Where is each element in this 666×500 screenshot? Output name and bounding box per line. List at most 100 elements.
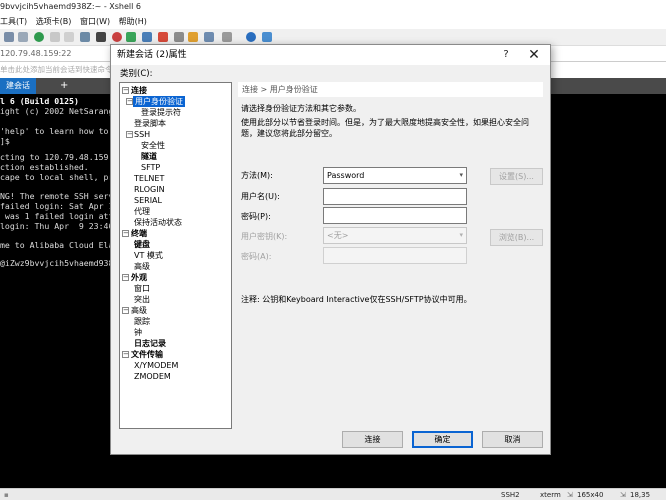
section-note: 使用此部分以节省登录时间。但是，为了最大限度地提高安全性，如果担心安全问题，建议… xyxy=(241,118,529,138)
method-select[interactable]: Password ▾ xyxy=(323,167,467,184)
status-protocol: SSH2 xyxy=(501,491,520,499)
tree-item-file-transfer[interactable]: 文件传输 xyxy=(131,349,163,360)
tree-item-user-auth[interactable]: 用户身份验证 xyxy=(133,96,185,107)
ok-button[interactable]: 确定 xyxy=(412,431,473,448)
tree-item-terminal[interactable]: 终端 xyxy=(131,228,147,239)
method-label: 方法(M): xyxy=(241,171,273,180)
terminal-line: NG! The remote SSH serve xyxy=(0,191,119,201)
script-icon[interactable] xyxy=(158,32,168,42)
globe-icon[interactable] xyxy=(34,32,44,42)
menu-tabs[interactable]: 选项卡(B) xyxy=(36,17,72,26)
new-session-icon[interactable] xyxy=(4,32,14,42)
terminal-line: me to Alibaba Cloud Elas xyxy=(0,240,119,250)
status-bar: ▪ SSH2 xterm ⇲ 165x40 ⇲ 18,35 xyxy=(0,488,666,500)
tree-item-ssh[interactable]: SSH xyxy=(134,129,150,140)
lock-icon[interactable] xyxy=(174,32,184,42)
copy-icon[interactable] xyxy=(50,32,60,42)
paste-icon[interactable] xyxy=(64,32,74,42)
tree-item-trace[interactable]: 跟踪 xyxy=(134,316,150,327)
passphrase-label: 密码(A): xyxy=(241,252,272,261)
passphrase-field[interactable] xyxy=(323,247,467,264)
tree-item-highlight[interactable]: 突出 xyxy=(134,294,150,305)
terminal-line: login: Thu Apr 9 23:46: xyxy=(0,221,119,231)
help-icon[interactable]: ? xyxy=(496,45,516,65)
tree-item-keyboard[interactable]: 键盘 xyxy=(134,239,150,250)
terminal-line: failed login: Sat Apr 11 xyxy=(0,201,119,211)
session-tab[interactable]: 建会话 xyxy=(0,78,36,94)
tree-item-window[interactable]: 窗口 xyxy=(134,283,150,294)
terminal-line: cape to local shell, pre xyxy=(0,172,119,182)
help-icon[interactable] xyxy=(246,32,256,42)
username-label: 用户名(U): xyxy=(241,192,280,201)
menu-window[interactable]: 窗口(W) xyxy=(80,17,110,26)
xftp-icon[interactable] xyxy=(126,32,136,42)
folder-icon[interactable] xyxy=(18,32,28,42)
tree-item-bell[interactable]: 钟 xyxy=(134,327,142,338)
tree-item-advanced[interactable]: 高级 xyxy=(131,305,147,316)
terminal-line: ction established. xyxy=(0,162,89,172)
tree-item-connection[interactable]: 连接 xyxy=(131,85,147,96)
terminal-line: ight (c) 2002 NetSarang xyxy=(0,106,114,116)
breadcrumb: 连接 > 用户身份验证 xyxy=(238,82,543,97)
user-key-value: <无> xyxy=(327,231,349,240)
protocol-note: 注释: 公钥和Keyboard Interactive仅在SSH/SFTP协议中… xyxy=(241,295,472,304)
tree-item-logging[interactable]: 日志记录 xyxy=(134,338,166,349)
user-key-label: 用户密钥(K): xyxy=(241,232,288,241)
add-tab-button[interactable]: + xyxy=(60,78,68,94)
record-icon[interactable] xyxy=(112,32,122,42)
status-term: xterm xyxy=(540,491,561,499)
collapse-icon[interactable]: − xyxy=(126,131,133,138)
tree-item-vt-mode[interactable]: VT 模式 xyxy=(134,250,163,261)
terminal-prompt: @iZwz9bvvjcih5vhaemd938Z xyxy=(0,258,119,268)
tree-item-appearance[interactable]: 外观 xyxy=(131,272,147,283)
collapse-icon[interactable]: − xyxy=(122,274,129,281)
browse-button[interactable]: 浏览(B)... xyxy=(490,229,543,246)
section-description: 请选择身份验证方法和其它参数。 xyxy=(241,104,361,113)
chat-icon[interactable] xyxy=(262,32,272,42)
terminal-line: l 6 (Build 0125) xyxy=(0,96,79,106)
collapse-icon[interactable]: − xyxy=(122,230,129,237)
chevron-down-icon: ▾ xyxy=(459,231,463,239)
status-size: 165x40 xyxy=(577,491,604,499)
tree-item-xymodem[interactable]: X/YMODEM xyxy=(134,360,178,371)
transfer-icon[interactable] xyxy=(188,32,198,42)
search-icon[interactable] xyxy=(80,32,90,42)
category-label: 类别(C): xyxy=(120,69,153,79)
username-field[interactable] xyxy=(323,188,467,205)
close-icon[interactable]: ✕ xyxy=(524,45,544,65)
settings-button[interactable]: 设置(S)... xyxy=(490,168,543,185)
layout-icon[interactable] xyxy=(222,32,232,42)
tree-item-proxy[interactable]: 代理 xyxy=(134,206,150,217)
collapse-icon[interactable]: − xyxy=(122,87,129,94)
user-key-select[interactable]: <无> ▾ xyxy=(323,227,467,244)
terminal-line: ]$ xyxy=(0,136,10,146)
compose-icon[interactable] xyxy=(204,32,214,42)
tree-item-keepalive[interactable]: 保持活动状态 xyxy=(134,217,182,228)
print-icon[interactable] xyxy=(96,32,106,42)
tree-item-tunnel[interactable]: 隧道 xyxy=(141,151,157,162)
tree-item-login-script[interactable]: 登录脚本 xyxy=(134,118,166,129)
menu-help[interactable]: 帮助(H) xyxy=(119,17,147,26)
dialog-titlebar[interactable]: 新建会话 (2)属性 ? ✕ xyxy=(111,45,550,65)
size-icon: ⇲ xyxy=(567,491,573,499)
password-field[interactable] xyxy=(323,207,467,224)
menu-tools[interactable]: 工具(T) xyxy=(0,17,27,26)
tree-item-zmodem[interactable]: ZMODEM xyxy=(134,371,171,382)
tree-item-login-prompt[interactable]: 登录提示符 xyxy=(141,107,181,118)
tree-item-terminal-advanced[interactable]: 高级 xyxy=(134,261,150,272)
tree-item-rlogin[interactable]: RLOGIN xyxy=(134,184,165,195)
collapse-icon[interactable]: − xyxy=(122,307,129,314)
keyboard-icon[interactable] xyxy=(142,32,152,42)
connect-button[interactable]: 连接 xyxy=(342,431,403,448)
cancel-button[interactable]: 取消 xyxy=(482,431,543,448)
tree-item-security[interactable]: 安全性 xyxy=(141,140,165,151)
method-value: Password xyxy=(327,171,365,180)
chevron-down-icon: ▾ xyxy=(459,171,463,179)
window-title: 9bvvjcih5vhaemd938Z:~ - Xshell 6 xyxy=(0,0,666,14)
tree-item-sftp[interactable]: SFTP xyxy=(141,162,160,173)
tree-item-telnet[interactable]: TELNET xyxy=(134,173,164,184)
tree-item-serial[interactable]: SERIAL xyxy=(134,195,162,206)
collapse-icon[interactable]: − xyxy=(122,351,129,358)
collapse-icon[interactable]: − xyxy=(126,98,133,105)
cursor-icon: ⇲ xyxy=(620,491,626,499)
